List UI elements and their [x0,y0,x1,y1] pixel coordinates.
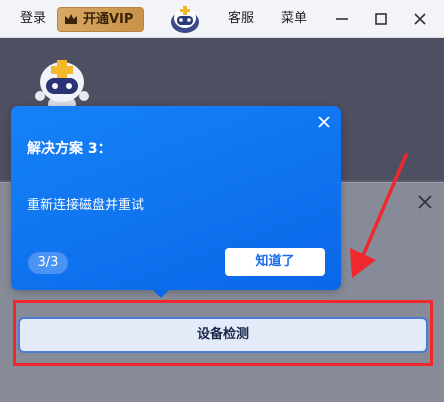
close-icon[interactable] [410,9,430,29]
step-indicator: 3/3 [28,252,68,274]
title-bar: 登录 开通VIP 客服 菜单 [0,0,444,38]
mascot-icon [171,6,199,33]
maximize-icon[interactable] [371,9,391,29]
device-check-button[interactable]: 设备检测 [18,317,428,353]
minimize-icon[interactable] [332,9,352,29]
tooltip-pointer [152,289,170,298]
vip-label: 开通VIP [83,12,134,27]
solution-tooltip: 解决方案 3： 重新连接磁盘并重试 3/3 知道了 [11,106,341,298]
arrow-icon [350,153,408,278]
customer-service-link[interactable]: 客服 [228,0,254,38]
close-icon[interactable] [315,113,333,131]
menu-link[interactable]: 菜单 [281,0,307,38]
crown-icon [65,14,77,24]
open-vip-button[interactable]: 开通VIP [57,7,144,32]
got-it-button[interactable]: 知道了 [225,248,325,276]
tooltip-title: 解决方案 3： [27,141,112,157]
tooltip-body: 重新连接磁盘并重试 [27,198,145,213]
login-link[interactable]: 登录 [20,0,46,38]
